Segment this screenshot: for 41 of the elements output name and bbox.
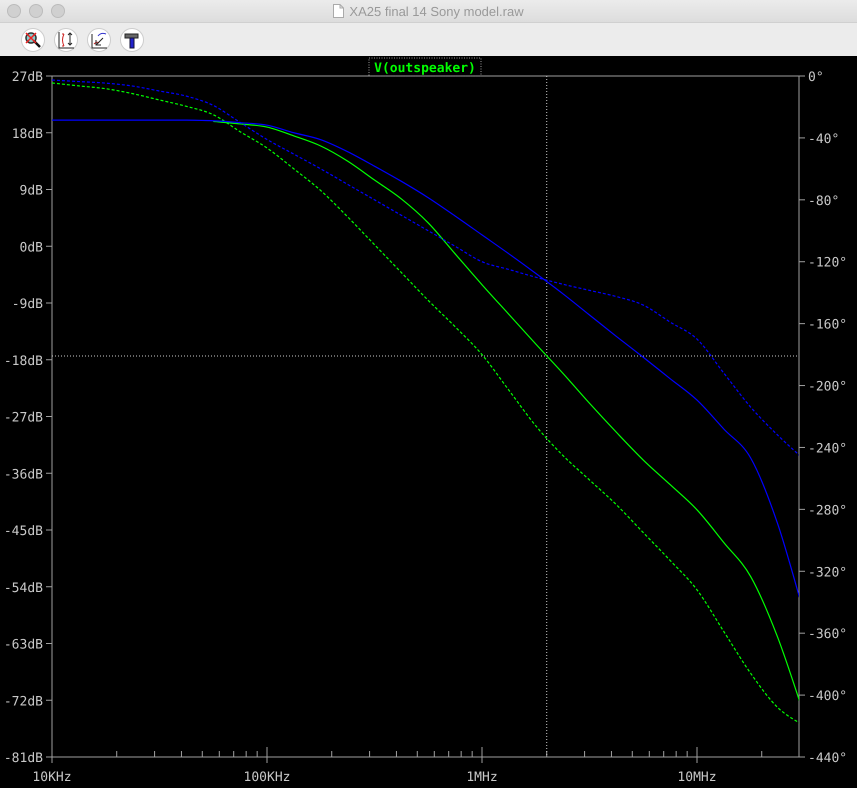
hammer-button[interactable] bbox=[120, 28, 144, 52]
trace-label[interactable]: V(outspeaker) bbox=[368, 58, 482, 76]
y-axis-label: -240° bbox=[808, 441, 848, 456]
y-axis-label: -400° bbox=[808, 689, 848, 704]
y-axis-label: -80° bbox=[808, 194, 840, 209]
y-axis-label: -81dB bbox=[4, 751, 43, 766]
y-axis-label: 18dB bbox=[12, 126, 43, 142]
y-axis-label: -320° bbox=[808, 565, 848, 580]
zoom-cancel-button[interactable] bbox=[21, 28, 45, 52]
y-axis-label: -40° bbox=[808, 132, 840, 147]
y-axis-label: -360° bbox=[808, 627, 848, 642]
y-axis-label: -72dB bbox=[4, 694, 43, 710]
x-axis-label: 10MHz bbox=[677, 770, 717, 785]
y-axis-label: 0° bbox=[808, 70, 824, 85]
y-axis-label: -45dB bbox=[4, 524, 43, 539]
autorange-button[interactable] bbox=[54, 28, 78, 52]
y-axis-label: -120° bbox=[808, 256, 848, 271]
y-axis-label: -27dB bbox=[4, 410, 43, 426]
y-axis-label: -200° bbox=[808, 380, 848, 395]
cursor-line[interactable] bbox=[546, 76, 548, 758]
y-axis-label: 0dB bbox=[20, 240, 43, 256]
x-axis-label: 10KHz bbox=[32, 770, 72, 785]
cursor-line[interactable] bbox=[52, 355, 800, 356]
y-axis-label: -36dB bbox=[4, 467, 43, 482]
y-axis-label: -54dB bbox=[4, 580, 43, 596]
y-axis-label: -160° bbox=[808, 318, 848, 333]
y-axis-label: -63dB bbox=[4, 638, 43, 652]
y-axis-label: -440° bbox=[808, 751, 848, 766]
y-axis-label: 9dB bbox=[20, 184, 43, 198]
y-axis-label: -9dB bbox=[12, 297, 43, 312]
document-icon bbox=[333, 4, 344, 18]
y-axis-label: -18dB bbox=[4, 354, 43, 369]
x-axis-label: 1MHz bbox=[466, 770, 498, 785]
window-title: XA25 final 14 Sony model.raw bbox=[349, 4, 524, 18]
chart-frame-icon bbox=[56, 30, 76, 50]
y-axis-label: -280° bbox=[808, 503, 848, 518]
magnifier-icon bbox=[23, 30, 43, 50]
back-button[interactable] bbox=[87, 28, 111, 52]
y-axis-label: 27dB bbox=[12, 70, 43, 85]
x-axis-label: 100KHz bbox=[244, 770, 290, 785]
chart-title: V(outspeaker) bbox=[374, 61, 476, 76]
